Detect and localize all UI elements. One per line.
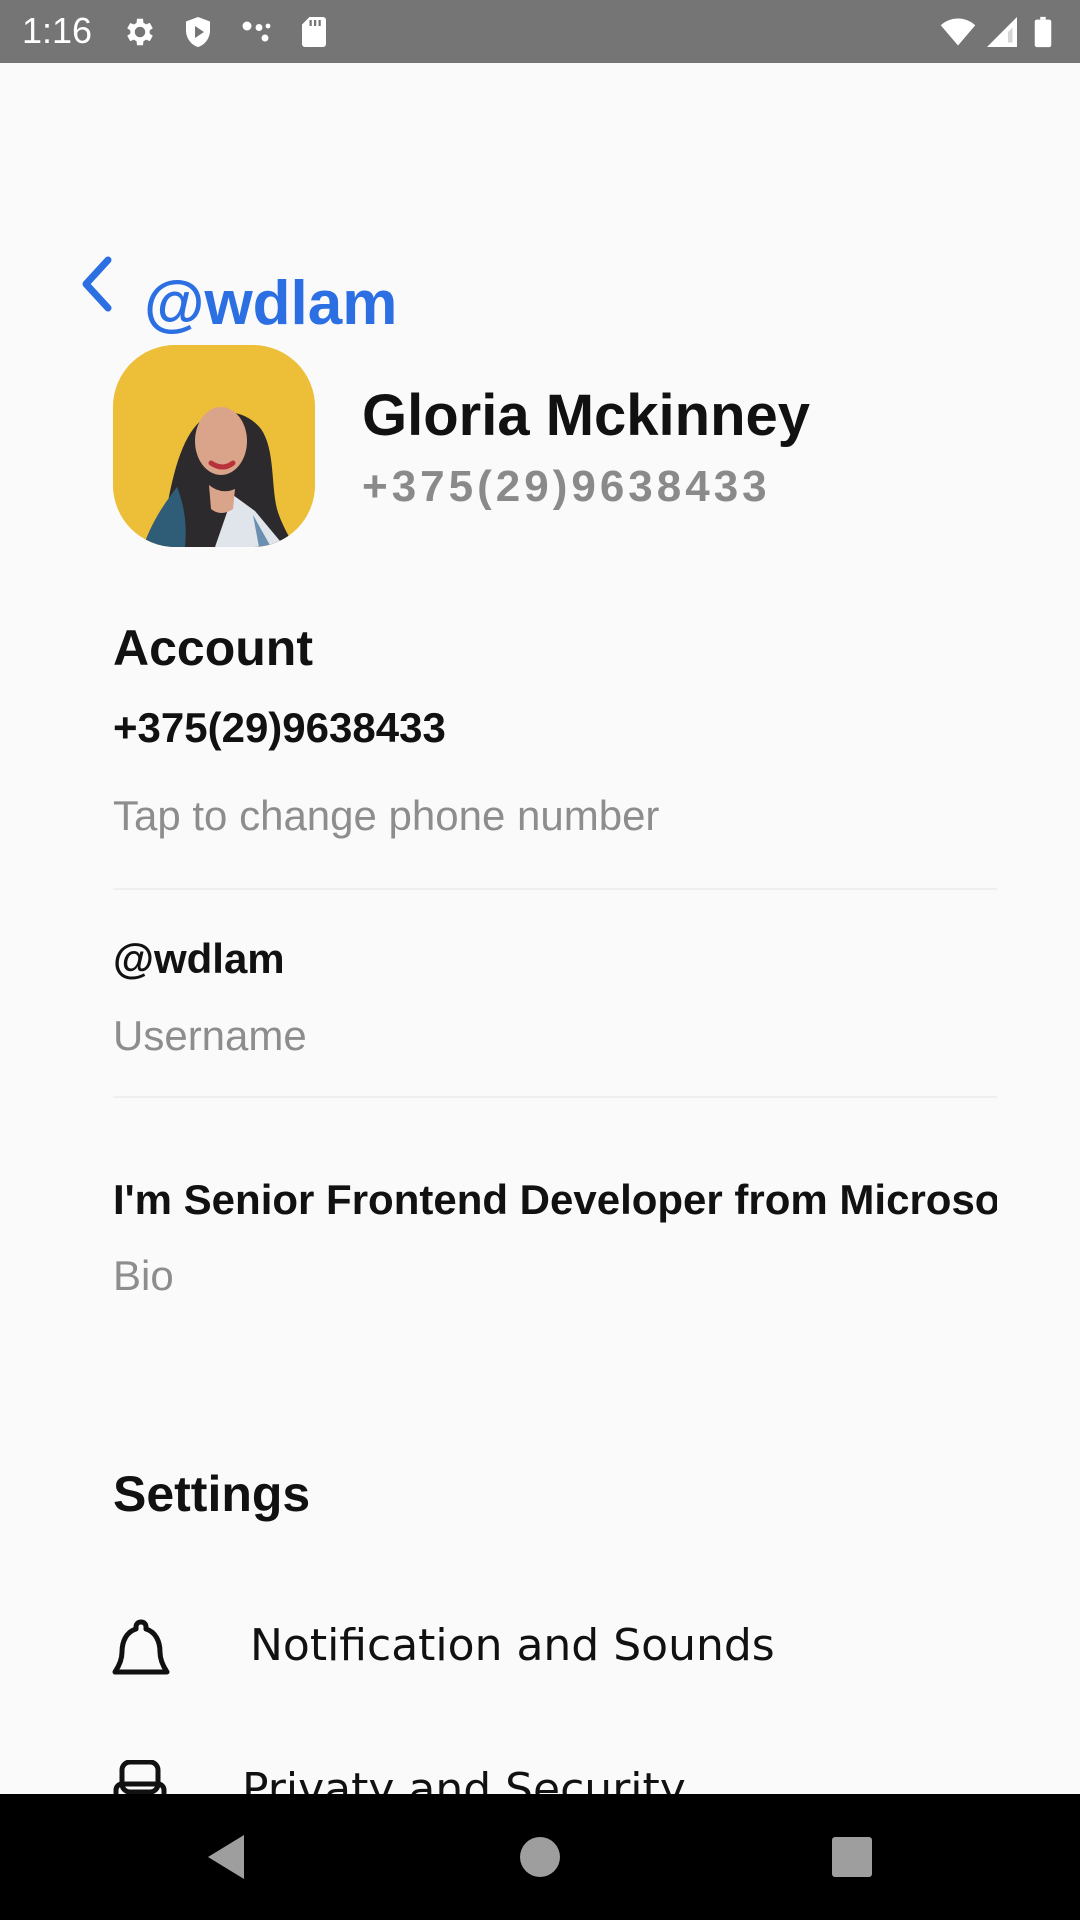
username-hint[interactable]: Username [113,1010,307,1062]
battery-icon [1032,14,1062,50]
recents-icon[interactable] [824,1829,880,1885]
settings-item-label: Privaty and Security [242,1764,686,1794]
sd-card-icon [296,14,332,50]
shield-icon [180,14,216,50]
bio-hint[interactable]: Bio [113,1250,174,1302]
back-button[interactable] [76,254,120,314]
account-phone-value[interactable]: +375(29)9638433 [113,702,446,754]
settings-item-privacy[interactable]: Privaty and Security [100,1754,1000,1794]
profile-phone: +375(29)9638433 [362,462,771,511]
chevron-left-icon [82,256,112,312]
account-section-title: Account [113,620,313,676]
status-time: 1:16 [22,10,93,51]
signal-icon [984,14,1020,50]
divider [113,888,997,890]
settings-item-notifications[interactable]: Notification and Sounds [100,1610,1000,1690]
navigation-bar [0,1794,1080,1920]
wifi-icon [940,14,976,50]
gear-icon [122,14,158,50]
avatar[interactable] [113,345,315,547]
settings-item-label: Notification and Sounds [250,1620,775,1671]
back-icon[interactable] [200,1829,256,1885]
status-bar: 1:16 [0,0,1080,63]
bio-value: I'm Senior Frontend Developer from Micro… [113,1176,997,1223]
profile-photo [113,345,315,547]
divider [113,1096,997,1098]
home-icon[interactable] [512,1829,568,1885]
account-phone-hint[interactable]: Tap to change phone number [113,790,659,842]
profile-name: Gloria Mckinney [362,383,811,448]
lock-icon [110,1760,172,1794]
bell-icon [110,1616,172,1682]
bio-value-container[interactable]: I'm Senior Frontend Developer from Micro… [113,1172,997,1232]
username-value[interactable]: @wdlam [113,933,285,985]
settings-section-title: Settings [113,1466,311,1522]
dots-icon [238,14,274,50]
page-title: @wdlam [144,269,398,338]
